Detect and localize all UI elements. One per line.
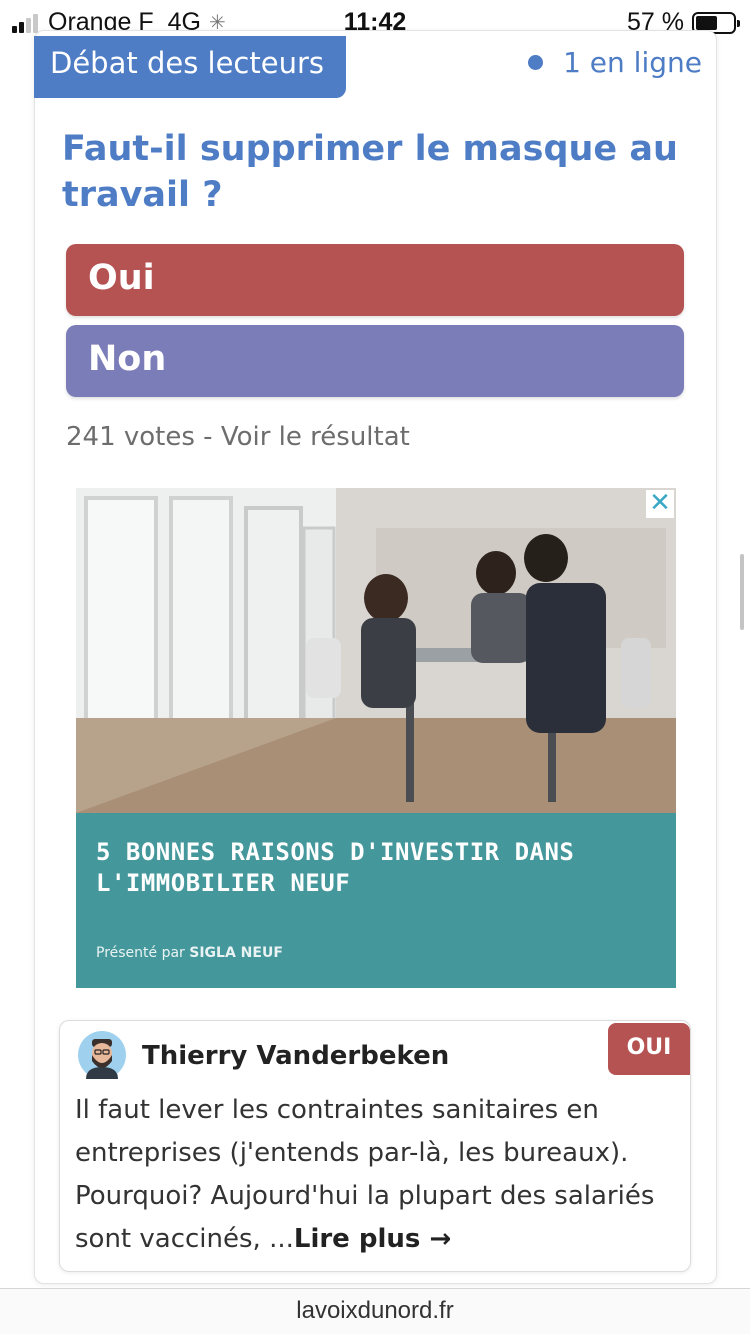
ad-sponsor-prefix: Présenté par <box>96 945 185 961</box>
arrow-right-icon: → <box>429 1224 452 1254</box>
browser-url-bar[interactable]: lavoixdunord.fr <box>0 1288 750 1334</box>
online-dot-icon <box>528 55 544 70</box>
comment-author: Thierry Vanderbeken <box>142 1041 450 1071</box>
advertisement[interactable]: 5 BONNES RAISONS D'INVESTIR DANS L'IMMOB… <box>76 488 676 988</box>
read-more-label: Lire plus <box>293 1224 421 1254</box>
ad-sponsor-name: SIGLA NEUF <box>189 945 283 961</box>
ad-headline: 5 BONNES RAISONS D'INVESTIR DANS L'IMMOB… <box>96 838 575 897</box>
comment-card: Thierry Vanderbeken OUI Il faut lever le… <box>59 1020 691 1272</box>
ad-sponsor: Présenté par SIGLA NEUF <box>96 945 283 961</box>
online-count: 1 en ligne <box>563 46 702 79</box>
url-domain: lavoixdunord.fr <box>296 1297 454 1324</box>
battery-fill <box>696 15 717 30</box>
read-more-link[interactable]: Lire plus → <box>294 1224 451 1254</box>
stance-badge: OUI <box>608 1023 690 1075</box>
online-indicator: 1 en ligne <box>528 46 702 79</box>
debate-question: Faut-il supprimer le masque au travail ? <box>62 129 678 215</box>
ad-banner: 5 BONNES RAISONS D'INVESTIR DANS L'IMMOB… <box>76 813 676 988</box>
vote-non-button[interactable]: Non <box>66 325 684 397</box>
avatar <box>78 1031 126 1079</box>
comment-text: Il faut lever les contraintes sanitaires… <box>75 1089 679 1261</box>
votes-result-link[interactable]: 241 votes - Voir le résultat <box>66 422 410 452</box>
debate-tag: Débat des lecteurs <box>34 36 346 98</box>
ad-photo-image <box>76 488 676 813</box>
vote-oui-button[interactable]: Oui <box>66 244 684 316</box>
scrollbar-thumb[interactable] <box>740 554 744 630</box>
ad-close-icon[interactable]: ✕ <box>646 490 674 518</box>
